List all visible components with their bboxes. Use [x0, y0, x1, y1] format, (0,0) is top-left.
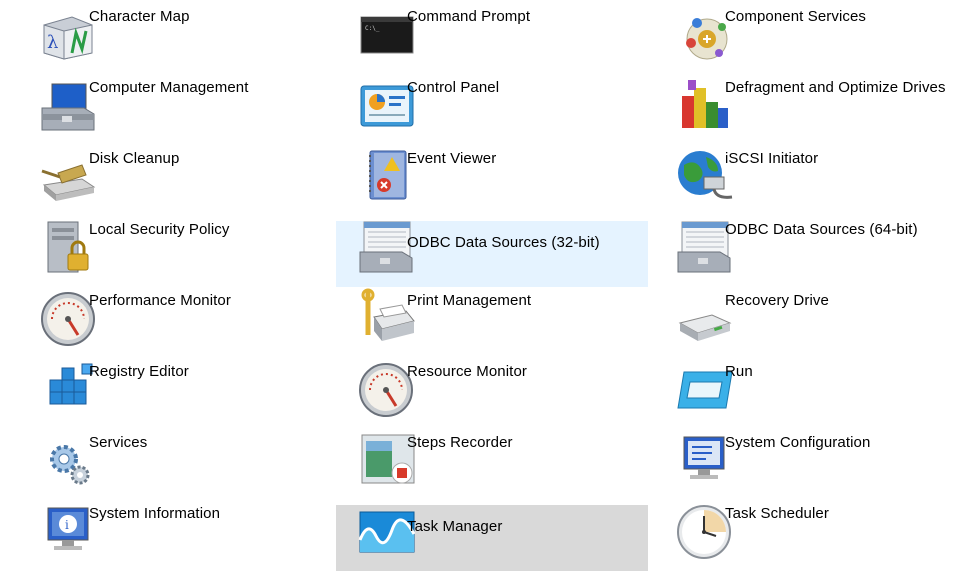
tool-disk-cleanup[interactable]: Disk Cleanup	[18, 142, 330, 208]
tool-computer-management[interactable]: Computer Management	[18, 71, 330, 137]
tool-label: Resource Monitor	[407, 363, 527, 380]
tool-label: Component Services	[725, 8, 867, 25]
tool-label: Task Scheduler	[725, 505, 829, 522]
tool-label: iSCSI Initiator	[725, 150, 819, 167]
tool-label: System Information	[89, 505, 221, 522]
tool-steps-recorder[interactable]: Steps Recorder	[336, 426, 648, 492]
tool-label: System Configuration	[725, 434, 871, 451]
tool-label: Run	[725, 363, 753, 380]
tool-label: Recovery Drive	[725, 292, 829, 309]
tool-odbc-64[interactable]: ODBC Data Sources (64-bit)	[654, 213, 966, 279]
tool-task-scheduler[interactable]: Task Scheduler	[654, 497, 966, 563]
tool-system-configuration[interactable]: System Configuration	[654, 426, 966, 492]
tools-grid: λ Character Map C:\_ Command Prompt Comp…	[0, 0, 980, 571]
tool-print-management[interactable]: Print Management	[336, 284, 648, 350]
tool-recovery-drive[interactable]: Recovery Drive	[654, 284, 966, 350]
tool-label: Event Viewer	[407, 150, 497, 167]
tool-label: Computer Management	[89, 79, 249, 96]
tool-label: ODBC Data Sources (32-bit)	[407, 234, 600, 251]
tool-control-panel[interactable]: Control Panel	[336, 71, 648, 137]
tool-label: Local Security Policy	[89, 221, 230, 238]
tool-label: Services	[89, 434, 148, 451]
tool-label: ODBC Data Sources (64-bit)	[725, 221, 918, 238]
tool-command-prompt[interactable]: C:\_ Command Prompt	[336, 0, 648, 66]
tool-label: Character Map	[89, 8, 190, 25]
tool-resource-monitor[interactable]: Resource Monitor	[336, 355, 648, 421]
tool-services[interactable]: Services	[18, 426, 330, 492]
tool-label: Steps Recorder	[407, 434, 513, 451]
tool-label: Defragment and Optimize Drives	[725, 79, 946, 96]
tool-component-services[interactable]: Component Services	[654, 0, 966, 66]
tool-registry-editor[interactable]: Registry Editor	[18, 355, 330, 421]
tool-label: Disk Cleanup	[89, 150, 180, 167]
tool-iscsi-initiator[interactable]: iSCSI Initiator	[654, 142, 966, 208]
tool-label: Print Management	[407, 292, 532, 309]
tool-performance-monitor[interactable]: Performance Monitor	[18, 284, 330, 350]
tool-label: Task Manager	[407, 518, 503, 535]
svg-text:C:\_: C:\_	[365, 25, 380, 32]
tool-label: Performance Monitor	[89, 292, 231, 309]
tool-event-viewer[interactable]: Event Viewer	[336, 142, 648, 208]
svg-text:λ: λ	[47, 32, 58, 53]
tool-local-security-policy[interactable]: Local Security Policy	[18, 213, 330, 279]
tool-label: Registry Editor	[89, 363, 189, 380]
tool-label: Control Panel	[407, 79, 500, 96]
tool-run[interactable]: Run	[654, 355, 966, 421]
svg-text:i: i	[65, 518, 69, 532]
tool-defragment[interactable]: Defragment and Optimize Drives	[654, 71, 966, 137]
tool-system-information[interactable]: i System Information	[18, 497, 330, 563]
tool-task-manager[interactable]: Task Manager	[336, 505, 648, 571]
tool-character-map[interactable]: λ Character Map	[18, 0, 330, 66]
tool-label: Command Prompt	[407, 8, 531, 25]
tool-odbc-32[interactable]: ODBC Data Sources (32-bit)	[336, 221, 648, 287]
